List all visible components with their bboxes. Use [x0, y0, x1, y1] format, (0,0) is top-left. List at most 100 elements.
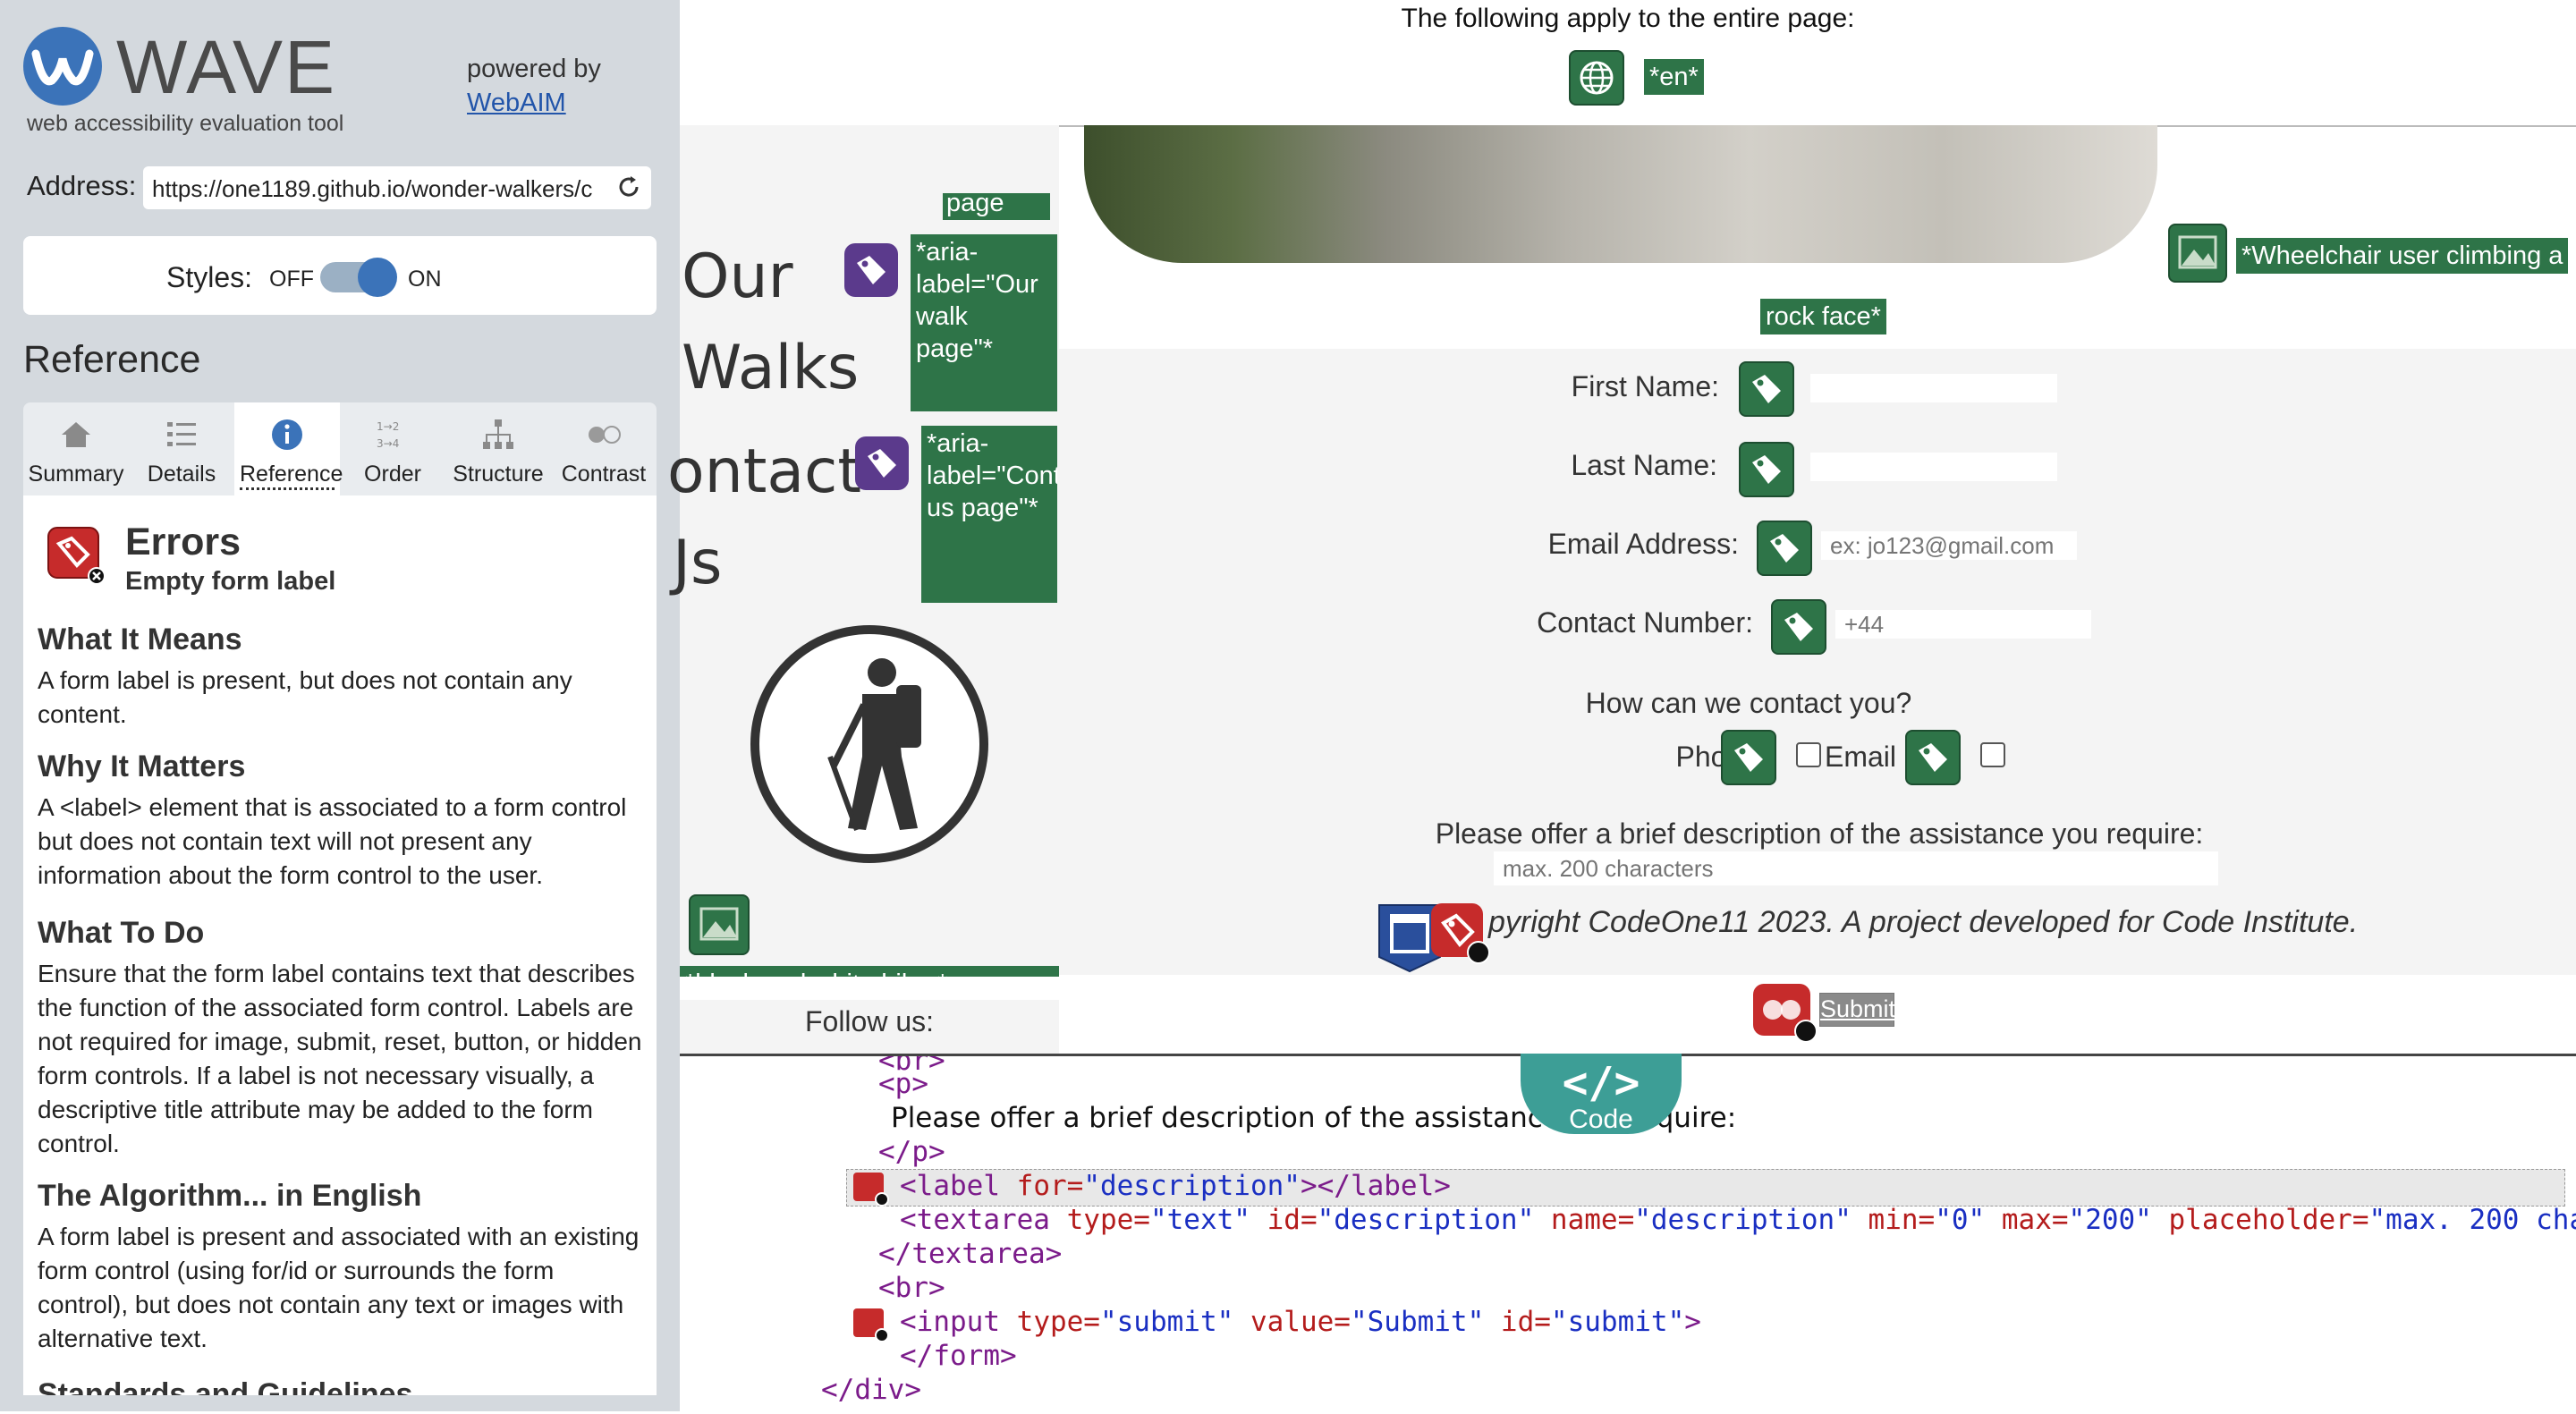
- aria-label-icon[interactable]: [855, 436, 909, 490]
- empty-label-error-icon[interactable]: [853, 1173, 884, 1201]
- reference-heading: Reference: [23, 338, 200, 382]
- email-checkbox[interactable]: [1980, 742, 2005, 767]
- phone-checkbox[interactable]: [1796, 742, 1821, 767]
- code-line: <label for="description"></label>: [900, 1169, 1451, 1203]
- email-input[interactable]: [1821, 531, 2077, 560]
- info-icon: [269, 417, 305, 453]
- code-toggle-button[interactable]: </> Code: [1521, 1054, 1682, 1134]
- styles-toggle[interactable]: [320, 262, 395, 292]
- structure-icon: [480, 417, 516, 453]
- code-token: max=: [1985, 1204, 2068, 1236]
- page-level-summary: The following apply to the entire page: …: [680, 0, 2576, 127]
- code-token: ></label>: [1301, 1170, 1451, 1202]
- contact-number-input[interactable]: [1835, 610, 2091, 639]
- first-name-input[interactable]: [1810, 374, 2057, 402]
- tab-reference[interactable]: Reference: [234, 402, 340, 495]
- section-body: A <label> element that is associated to …: [38, 791, 646, 893]
- last-name-input[interactable]: [1810, 453, 2057, 481]
- home-icon: [58, 417, 94, 453]
- tab-label: Summary: [23, 461, 129, 487]
- nav-link-contact[interactable]: ontact: [667, 436, 861, 507]
- submit-button[interactable]: Submit: [1819, 993, 1894, 1027]
- reload-icon[interactable]: [615, 174, 642, 200]
- tab-label: Structure: [445, 461, 551, 487]
- section-heading: What To Do: [38, 916, 204, 951]
- tab-label: Reference: [240, 461, 335, 490]
- description-textarea[interactable]: [1494, 851, 2218, 885]
- tab-contrast[interactable]: Contrast: [551, 402, 657, 495]
- nav-link-our[interactable]: Our: [682, 241, 793, 312]
- image-alt-icon[interactable]: [2168, 224, 2227, 283]
- reference-panel: Errors Empty form label What It Means A …: [23, 495, 657, 1395]
- code-token: type=: [1067, 1204, 1150, 1236]
- wave-tagline: web accessibility evaluation tool: [27, 111, 343, 137]
- code-line: <p>: [878, 1067, 928, 1101]
- code-token: "Submit": [1351, 1306, 1484, 1338]
- code-token: type=: [1017, 1306, 1100, 1338]
- powered-by-text: powered by: [467, 55, 601, 83]
- styles-panel: Styles: OFF ON: [23, 236, 657, 315]
- empty-label-error-icon[interactable]: [1431, 903, 1483, 957]
- language-label: *en*: [1644, 59, 1704, 95]
- image-alt-icon[interactable]: [689, 894, 750, 955]
- label-icon[interactable]: [1771, 599, 1826, 655]
- entire-page-text: The following apply to the entire page:: [680, 4, 2576, 34]
- climbing-photo: [1084, 125, 2157, 263]
- tab-order[interactable]: 1→23→4 Order: [340, 402, 445, 495]
- label-icon[interactable]: [1739, 442, 1794, 497]
- code-token: "description": [1634, 1204, 1852, 1236]
- tab-details[interactable]: Details: [129, 402, 234, 495]
- code-token: </div>: [821, 1374, 921, 1406]
- code-token: "0": [1935, 1204, 1985, 1236]
- code-line: <br>: [878, 1271, 945, 1305]
- label-icon[interactable]: [1739, 361, 1794, 417]
- code-icon: </>: [1521, 1059, 1682, 1107]
- code-token: "text": [1150, 1204, 1250, 1236]
- aria-label-icon[interactable]: [844, 243, 898, 297]
- error-subtitle: Empty form label: [125, 567, 335, 597]
- address-value: https://one1189.github.io/wonder-walkers…: [152, 175, 592, 202]
- contact-number-label: Contact Number:: [1521, 606, 1753, 639]
- empty-label-error-icon: [47, 526, 106, 585]
- code-token: value=: [1233, 1306, 1351, 1338]
- wave-sidebar: WAVE web accessibility evaluation tool p…: [0, 0, 680, 1411]
- tab-label: Order: [340, 461, 445, 487]
- code-token: for=: [1017, 1170, 1084, 1202]
- empty-button-error-icon[interactable]: [853, 1308, 884, 1337]
- code-token: "max. 200 characters": [2369, 1204, 2576, 1236]
- tab-label: Contrast: [551, 461, 657, 487]
- styles-off-label: OFF: [269, 267, 314, 292]
- language-icon[interactable]: [1569, 50, 1624, 106]
- code-token: "submit": [1551, 1306, 1684, 1338]
- section-body: Ensure that the form label contains text…: [38, 957, 646, 1161]
- tab-summary[interactable]: Summary: [23, 402, 129, 495]
- error-title: Errors: [125, 521, 241, 564]
- code-token: </textarea>: [878, 1238, 1062, 1270]
- code-line: </textarea>: [878, 1237, 1062, 1271]
- label-icon[interactable]: [1905, 730, 1961, 785]
- error-badge-icon: [875, 1192, 889, 1207]
- tab-label: Details: [129, 461, 234, 487]
- last-name-label: Last Name:: [1521, 449, 1717, 482]
- label-icon[interactable]: [1757, 521, 1812, 576]
- code-line: <textarea type="text" id="description" n…: [900, 1203, 2576, 1237]
- empty-button-error-icon[interactable]: [1753, 984, 1810, 1036]
- address-input[interactable]: https://one1189.github.io/wonder-walkers…: [143, 166, 651, 209]
- code-token: <textarea: [900, 1204, 1067, 1236]
- styles-label: Styles:: [166, 261, 252, 294]
- code-token: >: [1684, 1306, 1701, 1338]
- wave-logo-text: WAVE: [116, 27, 336, 107]
- styles-on-label: ON: [408, 267, 442, 292]
- address-label: Address:: [27, 170, 136, 202]
- webaim-link[interactable]: WebAIM: [467, 89, 566, 117]
- hiker-icon: [748, 622, 991, 866]
- follow-us-area: Follow us:: [680, 1000, 1059, 1054]
- code-token: <p>: [878, 1068, 928, 1100]
- code-token: <input: [900, 1306, 1017, 1338]
- tab-structure[interactable]: Structure: [445, 402, 551, 495]
- label-icon[interactable]: [1721, 730, 1776, 785]
- wave-tabs: Summary Details Reference 1→23→4 Order S…: [23, 402, 657, 495]
- nav-link-walks[interactable]: Walks: [682, 333, 859, 403]
- code-token: <label: [900, 1170, 1017, 1202]
- nav-link-us[interactable]: Js: [673, 528, 722, 598]
